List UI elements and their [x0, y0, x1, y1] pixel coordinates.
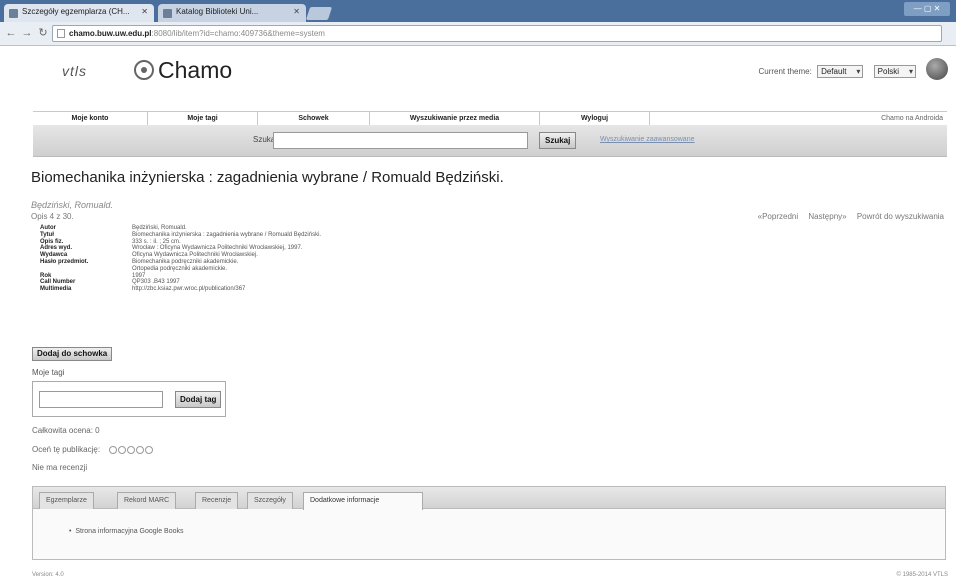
google-books-link[interactable]: Strona informacyjna Google Books	[75, 528, 183, 535]
menu-item-my-tags[interactable]: Moje tagi	[148, 112, 258, 126]
footer-version: Version: 4.0	[32, 572, 64, 578]
star-icon[interactable]	[145, 445, 154, 454]
theme-select[interactable]: Default	[817, 65, 864, 78]
url-host: chamo.buw.uw.edu.pl	[69, 29, 152, 38]
theme-label: Current theme:	[758, 67, 812, 76]
list-item: • Strona informacyjna Google Books	[69, 528, 184, 535]
tab-reviews[interactable]: Recenzje	[195, 492, 239, 509]
browser-tabstrip: Szczegóły egzemplarza (CH... ✕ Katalog B…	[0, 0, 956, 22]
record-count: Opis 4 z 30.	[31, 212, 74, 221]
tag-input[interactable]	[39, 391, 163, 408]
field-label: Hasło przedmiot.	[40, 258, 89, 265]
field-value[interactable]: Ortopedia podręczniki akademickie.	[132, 266, 227, 273]
search-input[interactable]	[273, 132, 528, 149]
browser-tab[interactable]: Szczegóły egzemplarza (CH... ✕	[4, 4, 154, 22]
reload-icon[interactable]: ↻	[36, 26, 50, 40]
chamo-logo[interactable]: Chamo	[158, 57, 232, 84]
tag-box: Dodaj tag	[32, 381, 226, 417]
details-panel: Egzemplarze Rekord MARC Recenzje Szczegó…	[32, 486, 946, 560]
window-controls[interactable]: — ▢ ✕	[904, 2, 950, 16]
my-tags-label: Moje tagi	[32, 368, 65, 377]
star-icon[interactable]	[136, 445, 145, 454]
browser-tab[interactable]: Katalog Biblioteki Uni... ✕	[158, 4, 306, 22]
page-icon	[57, 29, 65, 38]
rate-row: Oceń tę publikację:	[32, 445, 154, 454]
menu-item-media-search[interactable]: Wyszukiwanie przez media	[370, 112, 540, 126]
field-value[interactable]: http://zbc.ksiaz.pwr.wroc.pl/publication…	[132, 286, 245, 293]
record-navigation: «Poprzedni Następny» Powrót do wyszukiwa…	[750, 212, 944, 221]
field-label: Multimedia	[40, 286, 72, 293]
new-tab-button[interactable]	[305, 7, 333, 20]
menu-item-android[interactable]: Chamo na Androida	[881, 112, 947, 126]
details-tabs: Egzemplarze Rekord MARC Recenzje Szczegó…	[33, 487, 945, 510]
next-link[interactable]: Następny»	[808, 212, 846, 221]
advanced-search-link[interactable]: Wyszukiwanie zaawansowane	[600, 136, 694, 143]
close-icon[interactable]: ✕	[293, 7, 300, 16]
forward-icon[interactable]: →	[20, 26, 34, 40]
favicon-icon	[9, 9, 18, 18]
menu-item-my-account[interactable]: Moje konto	[33, 112, 148, 126]
no-reviews-text: Nie ma recenzji	[32, 463, 88, 472]
back-icon[interactable]: ←	[4, 26, 18, 40]
browser-tab-title: Katalog Biblioteki Uni...	[176, 7, 259, 16]
url-path: :8080/lib/item?id=chamo:409736&theme=sys…	[151, 29, 325, 38]
rate-label: Oceń tę publikację:	[32, 445, 101, 454]
record-title: Biomechanika inżynierska : zagadnienia w…	[31, 169, 504, 186]
logo-icon	[134, 60, 154, 80]
tab-additional-info[interactable]: Dodatkowe informacje	[303, 492, 423, 510]
main-menu: Moje konto Moje tagi Schowek Wyszukiwani…	[33, 111, 947, 126]
previous-link[interactable]: «Poprzedni	[758, 212, 798, 221]
language-select[interactable]: Polski	[873, 65, 916, 78]
star-icon[interactable]	[109, 445, 118, 454]
back-to-results-link[interactable]: Powrót do wyszukiwania	[857, 212, 944, 221]
tab-details[interactable]: Szczegóły	[247, 492, 293, 509]
favicon-icon	[163, 9, 172, 18]
footer-copyright: © 1985-2014 VTLS	[896, 572, 948, 578]
menu-item-logout[interactable]: Wyloguj	[540, 112, 650, 126]
vtls-logo[interactable]: vtls	[62, 63, 87, 79]
header-settings: Current theme: Default Polski	[758, 65, 916, 78]
tab-marc[interactable]: Rekord MARC	[117, 492, 177, 509]
tab-copies[interactable]: Egzemplarze	[39, 492, 94, 509]
total-rating: Całkowita ocena: 0	[32, 426, 100, 435]
browser-tab-title: Szczegóły egzemplarza (CH...	[22, 7, 130, 16]
menu-item-basket[interactable]: Schowek	[258, 112, 370, 126]
rating-stars	[108, 445, 154, 454]
close-icon[interactable]: ✕	[141, 7, 148, 16]
add-to-basket-button[interactable]: Dodaj do schowka	[32, 347, 113, 361]
browser-toolbar: ← → ↻ chamo.buw.uw.edu.pl:8080/lib/item?…	[0, 22, 956, 46]
address-bar[interactable]: chamo.buw.uw.edu.pl:8080/lib/item?id=cha…	[52, 25, 942, 42]
star-icon[interactable]	[127, 445, 136, 454]
search-bar: Szukaj Szukaj Wyszukiwanie zaawansowane	[33, 125, 947, 157]
record-author-link[interactable]: Będziński, Romuald.	[31, 200, 113, 210]
add-tag-button[interactable]: Dodaj tag	[175, 391, 222, 408]
help-icon[interactable]	[926, 58, 948, 80]
search-button[interactable]: Szukaj	[539, 132, 577, 149]
star-icon[interactable]	[118, 445, 127, 454]
